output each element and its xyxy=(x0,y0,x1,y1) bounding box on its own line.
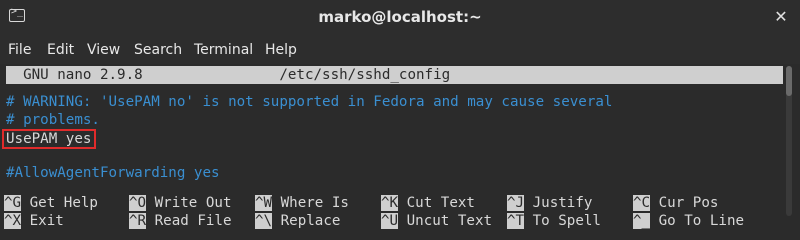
scrollbar-thumb[interactable] xyxy=(786,66,792,96)
shortcut-write-out: ^O Write Out xyxy=(129,194,232,212)
menu-bar: File Edit View Search Terminal Help xyxy=(0,36,800,64)
terminal-area[interactable]: GNU nano 2.9.8 /etc/ssh/sshd_config # WA… xyxy=(0,64,800,232)
shortcut-label: To Spell xyxy=(532,213,601,229)
shortcut-key: ^\ xyxy=(255,213,273,229)
window-title: marko@localhost:~ xyxy=(318,8,482,26)
shortcut-justify: ^J Justify xyxy=(507,194,592,212)
shortcut-key: ^J xyxy=(507,195,525,211)
menu-view[interactable]: View xyxy=(87,42,120,58)
shortcut-label: Where Is xyxy=(280,195,349,211)
shortcut-key: ^C xyxy=(633,195,651,211)
shortcut-label: Cur Pos xyxy=(658,195,719,211)
shortcut-key: ^O xyxy=(129,195,147,211)
shortcut-label: Write Out xyxy=(154,195,232,211)
shortcut-get-help: ^G Get Help xyxy=(4,194,98,212)
shortcut-key: ^G xyxy=(4,195,22,211)
highlight-box xyxy=(2,129,96,149)
shortcut-where-is: ^W Where Is xyxy=(255,194,349,212)
shortcut-key: ^X xyxy=(4,213,22,229)
menu-file[interactable]: File xyxy=(8,42,31,58)
shortcut-key: ^R xyxy=(129,213,147,229)
editor-line-5[interactable]: #AllowAgentForwarding yes xyxy=(6,164,220,182)
shortcut-label: Uncut Text xyxy=(406,213,493,229)
shortcut-go-to-line: ^_ Go To Line xyxy=(633,212,744,230)
shortcut-label: Cut Text xyxy=(406,195,475,211)
shortcut-key: ^U xyxy=(381,213,399,229)
editor-line-2[interactable]: # problems. xyxy=(6,111,100,129)
shortcut-cut-text: ^K Cut Text xyxy=(381,194,475,212)
shortcut-exit: ^X Exit xyxy=(4,212,64,230)
close-icon[interactable]: ✕ xyxy=(770,6,792,28)
shortcut-uncut-text: ^U Uncut Text xyxy=(381,212,492,230)
shortcut-label: Read File xyxy=(154,213,232,229)
shortcut-label: Justify xyxy=(532,195,593,211)
shortcut-read-file: ^R Read File xyxy=(129,212,232,230)
menu-edit[interactable]: Edit xyxy=(47,42,74,58)
nano-header: GNU nano 2.9.8 /etc/ssh/sshd_config xyxy=(6,66,783,84)
menu-search[interactable]: Search xyxy=(134,42,182,58)
shortcut-key: ^W xyxy=(255,195,273,211)
editor-line-1[interactable]: # WARNING: 'UsePAM no' is not supported … xyxy=(6,93,612,111)
shortcut-label: Go To Line xyxy=(658,213,745,229)
shortcut-replace: ^\ Replace xyxy=(255,212,340,230)
shortcut-key: ^K xyxy=(381,195,399,211)
shortcut-label: Get Help xyxy=(29,195,98,211)
menu-help[interactable]: Help xyxy=(265,42,297,58)
shortcut-key: ^T xyxy=(507,213,525,229)
shortcut-cur-pos: ^C Cur Pos xyxy=(633,194,718,212)
shortcut-label: Exit xyxy=(29,213,64,229)
menu-terminal[interactable]: Terminal xyxy=(194,42,253,58)
shortcut-to-spell: ^T To Spell xyxy=(507,212,601,230)
title-bar: >_ marko@localhost:~ ✕ xyxy=(0,0,800,37)
shortcut-label: Replace xyxy=(280,213,341,229)
shortcut-key: ^_ xyxy=(633,213,651,229)
